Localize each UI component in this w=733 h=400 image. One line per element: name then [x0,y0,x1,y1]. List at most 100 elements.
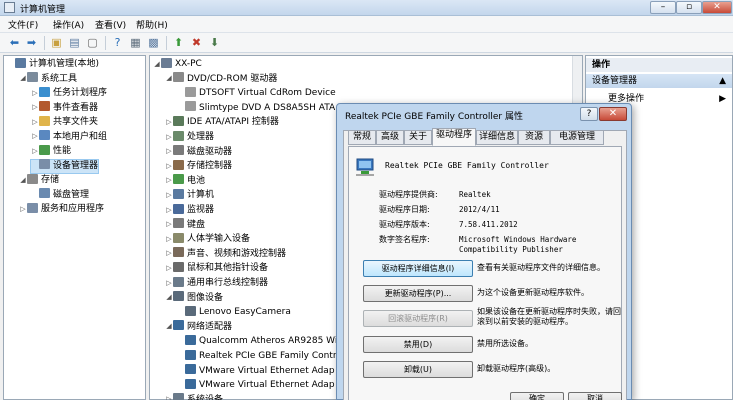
expander-arrow-icon[interactable]: ▷ [165,191,173,199]
tree-item[interactable]: DTSOFT Virtual CdRom Device [177,86,336,100]
tree-item[interactable]: 计算机管理(本地) [7,57,99,71]
help-icon[interactable]: ? [111,36,124,49]
driver-details-button[interactable]: 驱动程序详细信息(I) [363,260,473,277]
tree-item[interactable]: ▷ 服务和应用程序 [19,202,104,216]
tree-item[interactable]: Lenovo EasyCamera [177,305,291,319]
ok-button[interactable]: 确定 [510,392,564,400]
tree-item[interactable]: ▷ 人体学输入设备 [165,232,250,246]
expander-arrow-icon[interactable]: ▷ [165,395,173,400]
tree-item[interactable]: ▷ 共享文件夹 [31,115,99,129]
expander-arrow-icon[interactable]: ▷ [31,118,39,126]
expander-arrow-icon[interactable]: ▷ [165,249,173,257]
expander-arrow-icon[interactable]: ▷ [31,147,39,155]
menu-help[interactable]: 帮助(H) [136,18,168,31]
menu-action[interactable]: 操作(A) [53,18,84,31]
close-button[interactable]: ✕ [702,1,732,14]
minimize-button[interactable]: – [650,1,676,14]
uninstall-icon[interactable]: ✖ [190,36,203,49]
properties-icon[interactable]: ▢ [86,36,99,49]
tree-item[interactable]: ▷ 本地用户和组 [31,130,107,144]
view-icon[interactable]: ▦ [129,36,142,49]
tree-item[interactable]: ▷ 电池 [165,174,205,188]
expander-arrow-icon[interactable]: ◢ [19,74,27,82]
expander-arrow-icon[interactable]: ◢ [165,322,173,330]
expander-arrow-icon[interactable]: ◢ [153,60,161,68]
expander-arrow-icon[interactable]: ▷ [31,103,39,111]
tree-item[interactable]: VMware Virtual Ethernet Adap [177,378,335,392]
tree-item[interactable]: Slimtype DVD A DS8A5SH ATA [177,101,335,115]
tree-item[interactable]: ◢ XX-PC [153,57,202,71]
tab-driver[interactable]: 驱动程序 [432,128,476,146]
tree-item[interactable]: ▷ 计算机 [165,188,214,202]
tree-item[interactable]: ▷ 通用串行总线控制器 [165,276,268,290]
tree-item[interactable]: ▷ 任务计划程序 [31,86,107,100]
tab-advanced[interactable]: 高级 [376,130,404,145]
show-hide-tree-icon[interactable]: ▤ [68,36,81,49]
uninstall-button[interactable]: 卸载(U) [363,361,473,378]
dialog-close-button[interactable]: ✕ [599,107,627,121]
tree-item[interactable]: ▷ 性能 [31,144,72,158]
tree-item[interactable]: ▷ 存储控制器 [165,159,232,173]
expander-arrow-icon[interactable]: ▷ [165,235,173,243]
tree-item[interactable]: ▷ 处理器 [165,130,214,144]
expander-arrow-icon[interactable]: ▷ [165,147,173,155]
tree-item[interactable]: ▷ IDE ATA/ATAPI 控制器 [165,115,279,129]
tree-item-label: 监视器 [187,205,215,215]
menu-view[interactable]: 查看(V) [95,18,126,31]
expander-arrow-icon[interactable]: ▷ [165,279,173,287]
expander-arrow-icon[interactable]: ▷ [165,264,173,272]
tree-item[interactable]: Qualcomm Atheros AR9285 Wi [177,334,337,348]
expander-arrow-icon[interactable]: ◢ [165,293,173,301]
tree-item[interactable]: ▷ 鼠标和其他指针设备 [165,261,268,275]
tree-item[interactable]: ◢ 存储 [19,173,59,187]
back-arrow-icon[interactable]: ⬅ [8,36,21,49]
tree-item[interactable]: ◢ 图像设备 [165,291,223,305]
expander-arrow-icon[interactable]: ◢ [19,176,27,184]
tree-item[interactable]: 设备管理器 [29,158,100,174]
dialog-help-button[interactable]: ? [580,107,598,121]
tree-item-label: 性能 [53,146,72,156]
update-driver-icon[interactable]: ⬆ [172,36,185,49]
tab-resources[interactable]: 资源 [518,130,550,145]
tree-node-icon [173,145,184,156]
tree-item[interactable]: ◢ DVD/CD-ROM 驱动器 [165,72,277,86]
tree-item[interactable]: ▷ 系统设备 [165,393,223,400]
cancel-button[interactable]: 取消 [568,392,622,400]
disable-button[interactable]: 禁用(D) [363,336,473,353]
tree-item[interactable]: ◢ 网络适配器 [165,320,232,334]
tree-item[interactable]: ▷ 事件查看器 [31,101,98,115]
tree-item[interactable]: ▷ 监视器 [165,203,215,217]
update-driver-button[interactable]: 更新驱动程序(P)... [363,285,473,302]
tree-item-label: 共享文件夹 [53,117,99,127]
expander-arrow-icon[interactable]: ▷ [165,162,173,170]
expander-arrow-icon[interactable]: ▷ [165,220,173,228]
actions-section-device-manager[interactable]: 设备管理器 ▲ [586,74,732,88]
expander-arrow-icon[interactable]: ▷ [19,205,27,213]
expander-arrow-icon[interactable]: ▷ [165,133,173,141]
tree-item[interactable]: 磁盘管理 [31,188,89,202]
expander-arrow-icon[interactable]: ▷ [165,118,173,126]
up-folder-icon[interactable]: ▣ [50,36,63,49]
maximize-button[interactable]: ▫ [676,1,702,14]
tree-item[interactable]: VMware Virtual Ethernet Adap [177,364,335,378]
scan-hardware-icon[interactable]: ▩ [147,36,160,49]
tree-item[interactable]: Realtek PCIe GBE Family Contr [177,349,337,363]
expander-arrow-icon[interactable]: ▷ [31,132,39,140]
expander-arrow-icon[interactable]: ◢ [165,74,173,82]
tab-details[interactable]: 详细信息 [476,130,518,145]
tab-power-management[interactable]: 电源管理 [550,130,604,145]
expander-arrow-icon[interactable]: ▷ [165,176,173,184]
menu-file[interactable]: 文件(F) [8,18,38,31]
expander-arrow-icon[interactable]: ▷ [31,89,39,97]
enable-device-icon[interactable]: ⬇ [208,36,221,49]
tree-item[interactable]: ◢ 系统工具 [19,72,77,86]
tree-item[interactable]: ▷ 声音、视频和游戏控制器 [165,247,286,261]
forward-arrow-icon[interactable]: ➡ [25,36,38,49]
tree-item[interactable]: ▷ 磁盘驱动器 [165,145,232,159]
expander-arrow-icon[interactable]: ▷ [165,206,173,214]
tab-about[interactable]: 关于 [404,130,432,145]
roll-back-driver-button: 回滚驱动程序(R) [363,310,473,327]
tab-general[interactable]: 常规 [348,130,376,145]
tree-item[interactable]: ▷ 键盘 [165,218,205,232]
